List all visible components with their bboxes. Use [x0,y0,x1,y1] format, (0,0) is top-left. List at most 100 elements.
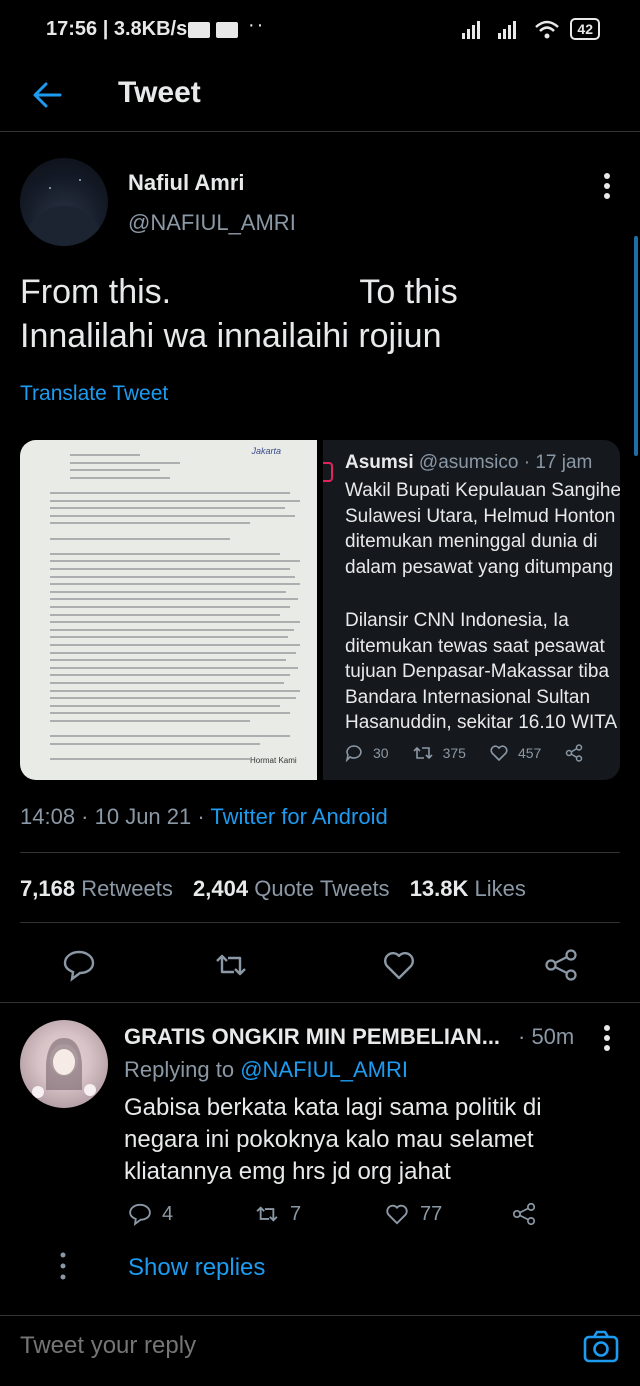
tweet-stats: 7,168 Retweets 2,404 Quote Tweets 13.8K … [20,876,540,902]
quoted-body-line: Wakil Bupati Kepulauan Sangihe [345,480,620,501]
document-text-line [50,697,296,700]
reply-author-avatar[interactable] [20,1020,108,1108]
reply-composer [0,1315,640,1386]
retweet-icon[interactable] [214,948,248,982]
more-options-icon[interactable] [600,1024,614,1052]
heart-icon[interactable] [382,948,416,982]
document-text-line [50,644,300,646]
reply-share-button[interactable] [512,1202,536,1226]
document-image[interactable]: Jakarta Hormat Kami [20,440,317,780]
replying-handle[interactable]: @NAFIUL_AMRI [240,1057,408,1082]
reply-replies-count: 4 [162,1202,174,1225]
document-text-line [50,659,286,662]
tweet-text-line: Innalilahi wa innailaihi rojiun [20,317,442,355]
reply-icon [345,745,362,762]
document-text-line [50,568,290,570]
chat-notification-icon [188,22,210,38]
divider [20,852,620,853]
quotes-label: Quote Tweets [254,876,390,901]
reply-likes-count: 77 [420,1202,443,1225]
more-options-icon[interactable] [600,172,614,200]
document-text-line [50,560,300,563]
divider [0,1002,640,1003]
reply-retweets-count: 7 [290,1202,302,1225]
document-text-line [50,522,250,525]
share-icon [566,744,583,762]
document-text-line [50,735,290,738]
document-text-line [50,742,260,745]
retweets-label: Retweets [81,876,173,901]
status-bar: 17:56 | 3.8KB/s ·· 42 [0,0,640,62]
reply-time: · 50m [518,1024,575,1049]
document-text-line [50,621,300,624]
share-icon[interactable] [544,948,578,982]
document-text-line [50,575,295,578]
document-text-line [50,712,290,715]
reply-author-name[interactable]: GRATIS ONGKIR MIN PEMBELIAN... [124,1024,500,1050]
quoted-tweet-body: Wakil Bupati Kepulauan Sangihe Sulawesi U… [345,478,620,736]
share-icon [512,1202,536,1226]
document-text-line [50,499,300,502]
reply-retweet-button[interactable]: 7 [254,1202,301,1226]
author-name[interactable]: Nafiul Amri [128,170,245,196]
document-text-line [50,682,284,684]
tweet-date: 14:08 · 10 Jun 21 · [20,804,211,829]
quoted-body-line: ditemukan meninggal dunia di [345,531,598,552]
replying-prefix: Replying to [124,1057,241,1082]
back-arrow-icon[interactable] [30,78,64,112]
tweet-media[interactable]: Jakarta Hormat Kami Asumsi @asumsico · 1… [20,440,620,780]
document-text-line [50,598,298,601]
translate-tweet-link[interactable]: Translate Tweet [20,382,168,406]
quoted-body-line: tujuan Denpasar-Makassar tiba [345,661,610,682]
reply-like-button[interactable]: 77 [384,1202,442,1226]
retweet-icon [256,1206,278,1222]
likes-stat[interactable]: 13.8K Likes [410,876,526,901]
document-text-line [50,613,280,616]
chat-notification-icon [216,22,238,38]
thread-dots-icon [60,1252,66,1280]
reply-icon[interactable] [62,948,96,982]
document-text-line [50,666,298,669]
quoted-tweet-screenshot[interactable]: Asumsi @asumsico · 17 jam Wakil Bupati K… [323,440,620,780]
likes-label: Likes [474,876,526,901]
more-notifications: ·· [248,14,266,36]
reply-icon [129,1203,151,1226]
reply-text: Gabisa berkata kata lagi sama politik di… [124,1092,542,1188]
document-text-line [70,469,160,472]
quoted-body-line: Hasanuddin, sekitar 16.10 WITA [345,712,618,733]
document-text-line [50,651,296,654]
show-replies-link[interactable]: Show replies [128,1254,265,1282]
camera-icon[interactable] [582,1328,620,1366]
signal-icon [498,21,517,39]
heart-icon [386,1204,408,1225]
tweet-timestamp: 14:08 · 10 Jun 21 · Twitter for Android [20,804,388,830]
document-text-line [50,628,294,631]
document-text-line [70,454,140,456]
document-text-line [50,636,288,639]
quoted-body-line: Sulawesi Utara, Helmud Honton [345,505,616,527]
author-handle[interactable]: @NAFIUL_AMRI [128,210,296,236]
retweets-stat[interactable]: 7,168 Retweets [20,876,173,901]
tweet-actions [0,940,640,988]
quoted-tweet-header: Asumsi @asumsico · 17 jam [345,452,592,474]
reply-actions: 4 7 77 [124,1202,544,1234]
document-text-line [50,514,295,517]
scrollbar[interactable] [634,236,638,456]
signal-icon [462,21,481,39]
document-text-line [50,590,286,593]
quoted-body-line: Bandara Internasional Sultan [345,686,591,708]
tweet-client-link[interactable]: Twitter for Android [210,804,387,829]
reply-input[interactable] [20,1332,540,1360]
quotes-stat[interactable]: 2,404 Quote Tweets [193,876,390,901]
page-title: Tweet [118,76,201,109]
document-stamp: Jakarta [251,446,281,456]
avatar-image [24,179,104,246]
quoted-body-line [345,580,620,608]
heart-icon [490,745,508,762]
document-text-line [50,583,300,586]
bookmark-icon [323,462,333,482]
reply-reply-button[interactable]: 4 [128,1202,173,1226]
author-avatar[interactable] [20,158,108,246]
likes-count: 13.8K [409,876,469,901]
retweet-icon [413,746,433,760]
